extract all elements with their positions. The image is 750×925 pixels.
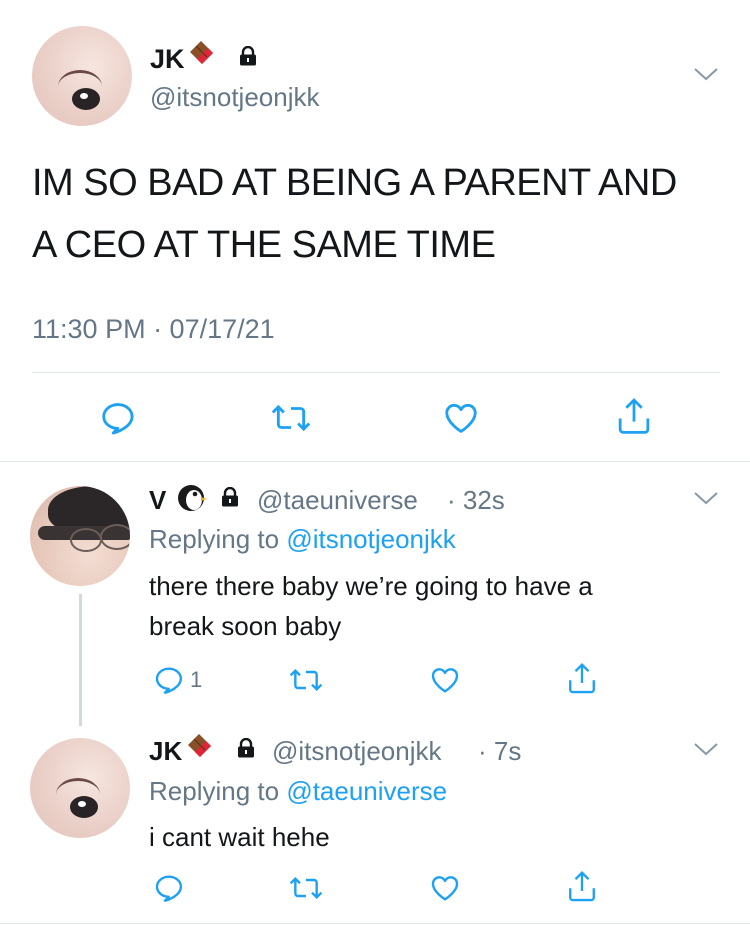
reply-icon[interactable]	[153, 664, 185, 696]
handle[interactable]: @itsnotjeonjkk	[150, 82, 319, 113]
divider	[0, 923, 750, 924]
replying-to-label: Replying to @itsnotjeonjkk	[149, 524, 456, 555]
replying-to-prefix: Replying to	[149, 776, 280, 806]
retweet-icon[interactable]	[288, 872, 324, 904]
display-name[interactable]: JK	[149, 736, 182, 767]
divider	[0, 461, 750, 462]
tweet-text-line-2: A CEO AT THE SAME TIME	[32, 224, 496, 266]
display-name[interactable]: JK	[150, 44, 185, 75]
replying-to-prefix: Replying to	[149, 524, 280, 554]
lock-icon	[240, 46, 256, 66]
divider	[32, 372, 720, 373]
chocolate-emoji	[188, 734, 211, 757]
like-icon[interactable]	[428, 664, 462, 696]
chocolate-emoji	[190, 41, 213, 64]
relative-time[interactable]: · 7s	[478, 736, 521, 767]
penguin-emoji	[178, 485, 207, 511]
avatar[interactable]	[30, 738, 130, 838]
share-icon[interactable]	[566, 870, 598, 904]
avatar[interactable]	[32, 26, 132, 126]
share-icon[interactable]	[615, 397, 653, 437]
chevron-down-icon[interactable]	[693, 741, 719, 757]
lock-icon	[238, 738, 254, 758]
tweet-text-line-1: IM SO BAD AT BEING A PARENT AND	[32, 162, 677, 204]
chevron-down-icon[interactable]	[693, 490, 719, 506]
relative-time[interactable]: · 32s	[447, 485, 505, 516]
replying-to-link[interactable]: @itsnotjeonjkk	[286, 524, 455, 554]
avatar[interactable]	[30, 486, 130, 586]
handle[interactable]: @taeuniverse	[257, 485, 418, 516]
replying-to-link[interactable]: @taeuniverse	[286, 776, 447, 806]
reply-text-line-1: there there baby we’re going to have a	[149, 571, 593, 601]
reply-icon[interactable]	[99, 399, 137, 437]
thread-line	[79, 594, 82, 726]
replying-to-label: Replying to @taeuniverse	[149, 776, 447, 807]
reply-text-line-2: break soon baby	[149, 611, 342, 641]
reply-text: i cant wait hehe	[149, 822, 330, 852]
like-icon[interactable]	[441, 399, 481, 437]
reply-count: 1	[190, 667, 203, 692]
retweet-icon[interactable]	[270, 399, 312, 437]
chevron-down-icon[interactable]	[693, 66, 719, 82]
reply-icon[interactable]	[153, 872, 185, 904]
display-name[interactable]: V	[149, 485, 166, 516]
like-icon[interactable]	[428, 872, 462, 904]
share-icon[interactable]	[566, 662, 598, 696]
retweet-icon[interactable]	[288, 664, 324, 696]
handle[interactable]: @itsnotjeonjkk	[272, 736, 441, 767]
lock-icon	[222, 487, 238, 507]
timestamp[interactable]: 11:30 PM · 07/17/21	[32, 314, 275, 345]
